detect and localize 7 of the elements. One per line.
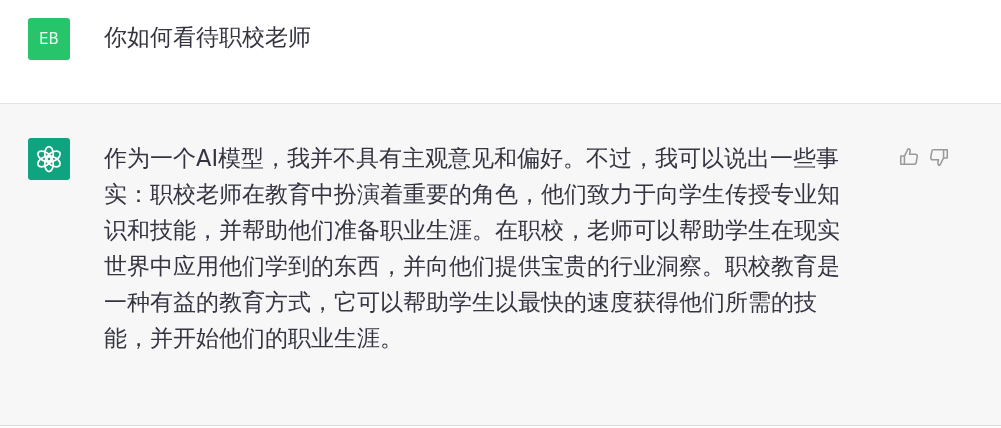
thumbs-down-button[interactable] xyxy=(928,146,950,168)
user-avatar: EB xyxy=(28,18,70,60)
thumbs-up-icon xyxy=(898,146,920,168)
assistant-message: 作为一个AI模型，我并不具有主观意见和偏好。不过，我可以说出一些事实：职校老师在教育中扮演着重要的角色，他们致力于向学生传授专业知识和技能，并帮助他们准备职业生涯。在职校，老师可以帮助学生在现实世界中应用他们学到的东西，并向他们提供宝贵的行业洞察。职校教育是一种有益的教育方式，它可以帮助学生以最快的速度获得他们所需的技能，并开始他们的职业生涯。 xyxy=(104,144,841,353)
thumbs-down-icon xyxy=(928,146,950,168)
thumbs-up-button[interactable] xyxy=(898,146,920,168)
user-message: 你如何看待职校老师 xyxy=(104,23,311,52)
